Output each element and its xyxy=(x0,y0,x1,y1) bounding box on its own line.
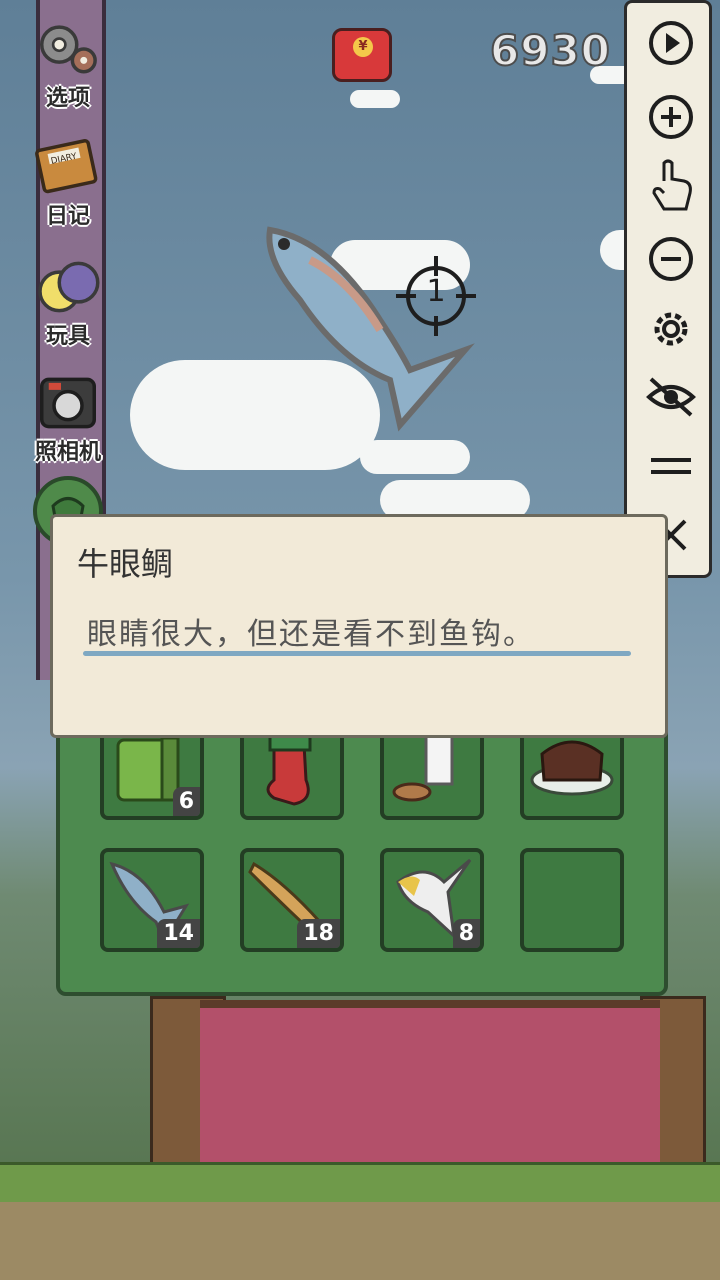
menu-label: 选项 xyxy=(45,86,90,111)
zoom-out-icon[interactable] xyxy=(645,233,697,285)
gears-icon xyxy=(33,14,103,84)
menu-label: 玩具 xyxy=(45,324,90,349)
touch-icon[interactable] xyxy=(645,159,697,211)
camera-icon xyxy=(33,368,103,438)
inventory-slot-fish-small[interactable]: 14 xyxy=(100,848,204,952)
play-icon[interactable] xyxy=(645,17,697,69)
hide-icon[interactable] xyxy=(645,371,697,423)
ground xyxy=(0,1202,720,1280)
menu-options[interactable]: 选项 xyxy=(18,14,118,112)
crosshair-label: 1 xyxy=(426,274,446,309)
item-count: 14 xyxy=(157,919,200,948)
treehouse-room xyxy=(200,1000,660,1178)
right-toolbar xyxy=(624,0,712,578)
menu-toys[interactable]: 玩具 xyxy=(18,252,118,350)
cloud xyxy=(360,440,470,474)
inventory-slot-empty[interactable] xyxy=(520,848,624,952)
menu-label: 日记 xyxy=(45,204,90,229)
grass xyxy=(0,1162,720,1205)
menu-icon[interactable] xyxy=(645,441,697,493)
diary-icon: DIARY xyxy=(33,132,103,202)
inventory-slot-angelfish[interactable]: 8 xyxy=(380,848,484,952)
item-count: 18 xyxy=(297,919,340,948)
item-description-dialog: 牛眼鲷 眼睛很大，但还是看不到鱼钩。 xyxy=(50,514,668,738)
menu-diary[interactable]: DIARY 日记 xyxy=(18,132,118,230)
crosshair-target[interactable]: 1 xyxy=(396,256,476,336)
settings-icon[interactable] xyxy=(645,303,697,355)
item-count: 6 xyxy=(172,787,200,816)
zoom-in-icon[interactable] xyxy=(645,91,697,143)
item-description: 眼睛很大，但还是看不到鱼钩。 xyxy=(87,617,535,652)
menu-camera[interactable]: 照相机 xyxy=(18,368,118,466)
item-count: 8 xyxy=(452,919,480,948)
divider xyxy=(83,651,631,656)
item-name: 牛眼鲷 xyxy=(77,545,174,583)
red-packet-button[interactable]: ¥ xyxy=(332,28,392,82)
toys-icon xyxy=(33,252,103,322)
inventory-slot-loach[interactable]: 18 xyxy=(240,848,344,952)
inventory-panel: 6 14 18 8 xyxy=(56,700,668,996)
coin-icon: ¥ xyxy=(353,37,373,57)
cloud xyxy=(350,90,400,108)
score-counter: 6930 xyxy=(489,25,611,76)
